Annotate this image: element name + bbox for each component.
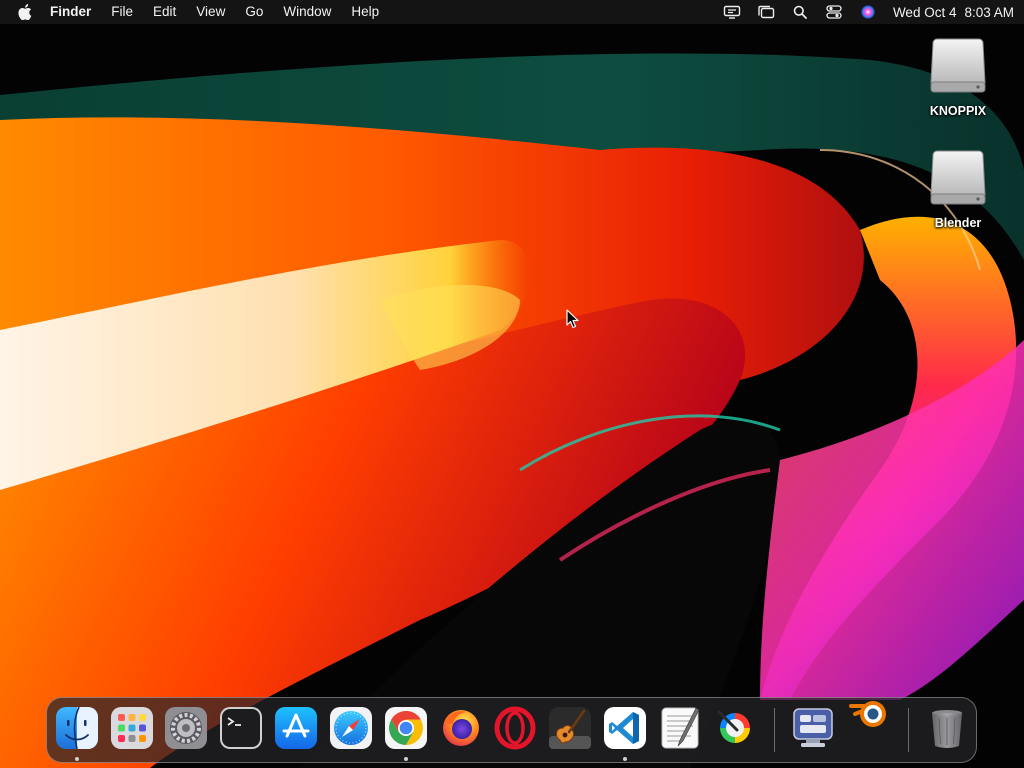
- siri-icon[interactable]: [857, 4, 879, 20]
- menu-help[interactable]: Help: [341, 0, 389, 24]
- desktop-icon-label: Blender: [934, 216, 982, 230]
- menu-file[interactable]: File: [101, 0, 143, 24]
- dock-remote-desktop[interactable]: [791, 706, 835, 750]
- desktop-icon-knoppix[interactable]: KNOPPIX: [918, 35, 998, 118]
- blender-icon: [849, 701, 886, 727]
- dock-trash[interactable]: [925, 706, 969, 750]
- control-center-icon[interactable]: [823, 4, 845, 20]
- menu-view[interactable]: View: [186, 0, 235, 24]
- desktop-wallpaper: [0, 0, 1024, 768]
- spotlight-search-icon[interactable]: [789, 4, 811, 20]
- guitar-icon: [549, 707, 591, 749]
- finder-icon: [56, 706, 98, 750]
- dock-terminal[interactable]: [219, 706, 263, 750]
- stage-manager-icon[interactable]: [755, 4, 777, 20]
- disk-drive-icon: [930, 38, 986, 93]
- dock-firefox[interactable]: [439, 706, 483, 750]
- settings-gear-icon: [165, 707, 207, 749]
- mouse-cursor-icon: [566, 309, 579, 329]
- dock-vscode[interactable]: [603, 706, 647, 761]
- launchpad-icon: [111, 707, 153, 749]
- menu-edit[interactable]: Edit: [143, 0, 186, 24]
- running-indicator: [75, 757, 79, 761]
- dock-system-settings[interactable]: [164, 706, 208, 750]
- screen-mirroring-icon[interactable]: [721, 4, 743, 20]
- dock: [46, 697, 977, 763]
- running-indicator: [404, 757, 408, 761]
- dock-app-store[interactable]: [274, 706, 318, 750]
- dock-separator: [774, 708, 775, 752]
- color-wheel-icon: [717, 710, 753, 746]
- apple-logo-icon[interactable]: [18, 4, 32, 20]
- dock-opera[interactable]: [493, 706, 537, 750]
- desktop-icon-label: KNOPPIX: [929, 104, 987, 118]
- dock-safari[interactable]: [329, 706, 373, 750]
- firefox-icon: [443, 710, 479, 746]
- dock-blender[interactable]: [847, 692, 891, 736]
- app-store-icon: [275, 707, 317, 749]
- disk-drive-icon: [930, 150, 986, 205]
- desktop-icon-blender[interactable]: Blender: [918, 147, 998, 230]
- dock-chrome[interactable]: [384, 706, 428, 761]
- textedit-icon: [661, 707, 700, 749]
- clock-date: Wed Oct 4: [892, 4, 957, 20]
- clock-time: 8:03 AM: [964, 4, 1014, 20]
- opera-icon: [494, 706, 536, 750]
- chrome-icon: [385, 707, 427, 749]
- dock-pixelmator[interactable]: [713, 706, 757, 750]
- trash-icon: [932, 710, 962, 748]
- dock-launchpad[interactable]: [110, 706, 154, 750]
- dock-separator: [908, 708, 909, 752]
- remote-desktop-icon: [793, 708, 833, 747]
- dock-finder[interactable]: [55, 706, 99, 761]
- dock-textedit[interactable]: [658, 706, 702, 750]
- menu-bar: Finder File Edit View Go Window Help Wed…: [0, 0, 1024, 24]
- terminal-icon: [220, 707, 262, 749]
- menu-app-name[interactable]: Finder: [40, 0, 101, 24]
- menu-clock[interactable]: Wed Oct 4 8:03 AM: [893, 5, 1014, 20]
- vscode-icon: [604, 707, 646, 749]
- dock-garageband[interactable]: [548, 706, 592, 750]
- safari-compass-icon: [330, 707, 372, 749]
- menu-window[interactable]: Window: [273, 0, 341, 24]
- running-indicator: [623, 757, 627, 761]
- menu-go[interactable]: Go: [235, 0, 273, 24]
